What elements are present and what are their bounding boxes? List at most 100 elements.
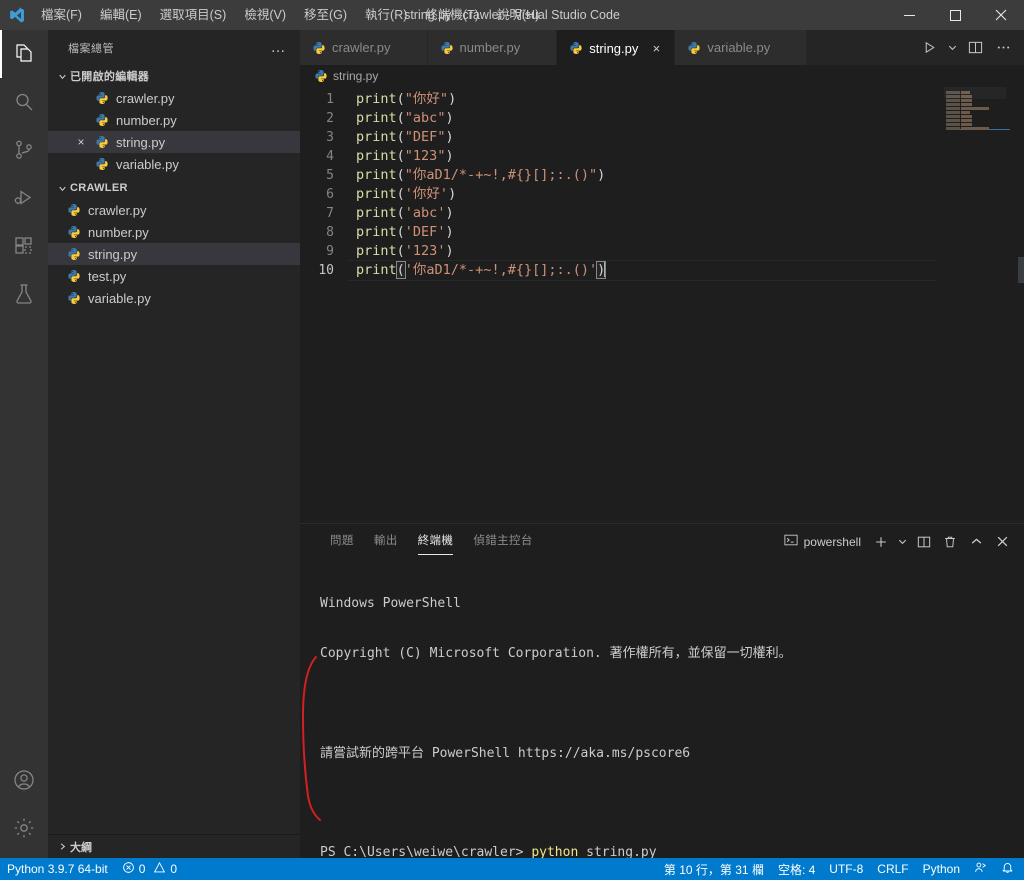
open-editor-crawler[interactable]: crawler.py	[48, 87, 300, 109]
activitybar-explorer[interactable]	[0, 30, 48, 78]
workbench: 檔案總管 … 已開啟的編輯器 crawler.py	[0, 30, 1024, 858]
code-token-paren-open: (	[397, 243, 405, 259]
terminal-selector[interactable]: powershell	[778, 533, 867, 550]
status-indentation[interactable]: 空格: 4	[771, 858, 822, 880]
file-string-py[interactable]: string.py	[48, 243, 300, 265]
menu-view[interactable]: 檢視(V)	[235, 0, 295, 30]
tab-close-icon[interactable]: ×	[648, 41, 664, 56]
code-line-5: 5 print("你aD1/*-+~!,#{}[];:.()")	[300, 166, 1024, 185]
file-label: variable.py	[88, 291, 151, 306]
breadcrumb[interactable]: string.py	[300, 65, 1024, 87]
menu-selection[interactable]: 選取項目(S)	[151, 0, 236, 30]
minimap-slider[interactable]	[944, 87, 1006, 99]
status-eol[interactable]: CRLF	[870, 858, 915, 880]
activitybar-source-control[interactable]	[0, 126, 48, 174]
outline-header[interactable]: 大綱	[48, 834, 300, 858]
feedback-icon	[974, 861, 987, 877]
terminal-line: 請嘗試新的跨平台 PowerShell https://aka.ms/pscor…	[320, 746, 1024, 763]
code-token-quote: "	[589, 167, 597, 183]
status-python-interpreter[interactable]: Python 3.9.7 64-bit	[0, 858, 115, 880]
split-editor-right-button[interactable]	[962, 34, 988, 62]
close-icon[interactable]	[978, 0, 1024, 30]
tab-number-py[interactable]: number.py ×	[428, 30, 558, 65]
activitybar-search[interactable]	[0, 78, 48, 126]
folder-header-crawler[interactable]: CRAWLER	[48, 177, 300, 199]
panel-tab-terminal[interactable]: 終端機	[408, 524, 464, 559]
terminal-command-args: string.py	[578, 845, 656, 858]
close-panel-button[interactable]	[990, 530, 1014, 554]
status-feedback[interactable]	[967, 858, 994, 880]
minimap[interactable]	[936, 87, 1010, 523]
sidebar-more-actions-button[interactable]: …	[265, 43, 293, 53]
kill-terminal-button[interactable]	[938, 530, 962, 554]
code-editor[interactable]: 1 print("你好") 2 print("abc") 3 print("DE…	[300, 87, 1024, 523]
code-token-paren-open: (	[397, 110, 405, 126]
code-token-function: print	[356, 110, 397, 126]
line-number: 4	[300, 147, 356, 166]
tab-variable-py[interactable]: variable.py ×	[675, 30, 807, 65]
open-editors-header[interactable]: 已開啟的編輯器	[48, 65, 300, 87]
code-token-function: print	[356, 91, 397, 107]
menu-edit[interactable]: 編輯(E)	[91, 0, 151, 30]
code-token-string: DEF	[413, 224, 437, 240]
minimap-line	[946, 127, 1010, 130]
file-crawler-py[interactable]: crawler.py	[48, 199, 300, 221]
menu-run[interactable]: 執行(R)	[356, 0, 416, 30]
terminal-output[interactable]: Windows PowerShell Copyright (C) Microso…	[300, 559, 1024, 858]
code-token-paren-open: (	[397, 148, 405, 164]
split-terminal-button[interactable]	[912, 530, 936, 554]
terminal-profile-dropdown[interactable]	[895, 530, 910, 554]
minimize-icon[interactable]	[886, 0, 932, 30]
code-token-string: 你好	[413, 186, 440, 202]
code-token-paren-close: )	[597, 167, 605, 183]
menu-file[interactable]: 檔案(F)	[32, 0, 91, 30]
file-variable-py[interactable]: variable.py	[48, 287, 300, 309]
editor-scrollbar[interactable]	[1010, 87, 1024, 523]
run-python-file-button[interactable]	[916, 34, 942, 62]
panel-scrollbar[interactable]	[1010, 559, 1024, 858]
open-editor-variable[interactable]: variable.py	[48, 153, 300, 175]
minimap-line	[946, 103, 1010, 106]
activitybar-testing[interactable]	[0, 270, 48, 318]
open-editor-number[interactable]: number.py	[48, 109, 300, 131]
tab-crawler-py[interactable]: crawler.py ×	[300, 30, 428, 65]
activitybar-extensions[interactable]	[0, 222, 48, 270]
status-errors-warnings[interactable]: 0 0	[115, 858, 184, 880]
activitybar-settings[interactable]	[0, 804, 48, 852]
activitybar-run-debug[interactable]	[0, 174, 48, 222]
panel-tab-output[interactable]: 輸出	[364, 524, 408, 559]
more-editor-actions-button[interactable]	[990, 34, 1016, 62]
panel-tab-problems[interactable]: 問題	[320, 524, 364, 559]
menu-help[interactable]: 說明(H)	[488, 0, 548, 30]
status-notifications[interactable]	[994, 858, 1024, 880]
code-line-4: 4 print("123")	[300, 147, 1024, 166]
file-number-py[interactable]: number.py	[48, 221, 300, 243]
status-encoding[interactable]: UTF-8	[822, 858, 870, 880]
close-editor-icon[interactable]: ×	[70, 135, 92, 149]
editor-group: crawler.py × number.py × string.py ×	[300, 30, 1024, 858]
status-cursor-position[interactable]: 第 10 行，第 31 欄	[657, 858, 771, 880]
status-language-mode[interactable]: Python	[916, 858, 967, 880]
code-token-string: 你aD1/*-+~!,#{}[];:.()	[413, 167, 589, 183]
file-test-py[interactable]: test.py	[48, 265, 300, 287]
menu-terminal[interactable]: 終端機(T)	[416, 0, 487, 30]
menu-go[interactable]: 移至(G)	[295, 0, 356, 30]
open-editor-string[interactable]: × string.py	[48, 131, 300, 153]
tab-string-py[interactable]: string.py ×	[557, 30, 675, 65]
code-token-quote: '	[405, 243, 413, 259]
code-line-8: 8 print('DEF')	[300, 223, 1024, 242]
code-content: 1 print("你好") 2 print("abc") 3 print("DE…	[300, 87, 1024, 280]
status-python-label: Python 3.9.7 64-bit	[7, 862, 108, 876]
code-text: print("123")	[356, 147, 454, 166]
new-terminal-button[interactable]	[869, 530, 893, 554]
maximize-panel-button[interactable]	[964, 530, 988, 554]
python-file-icon	[64, 247, 84, 261]
code-text: print('abc')	[356, 204, 454, 223]
activitybar-accounts[interactable]	[0, 756, 48, 804]
code-token-string: abc	[413, 205, 437, 221]
run-options-dropdown[interactable]	[944, 34, 960, 62]
code-token-string: DEF	[413, 129, 437, 145]
maximize-icon[interactable]	[932, 0, 978, 30]
panel-tab-debug-console[interactable]: 偵錯主控台	[463, 524, 543, 559]
code-token-paren-open: (	[397, 129, 405, 145]
